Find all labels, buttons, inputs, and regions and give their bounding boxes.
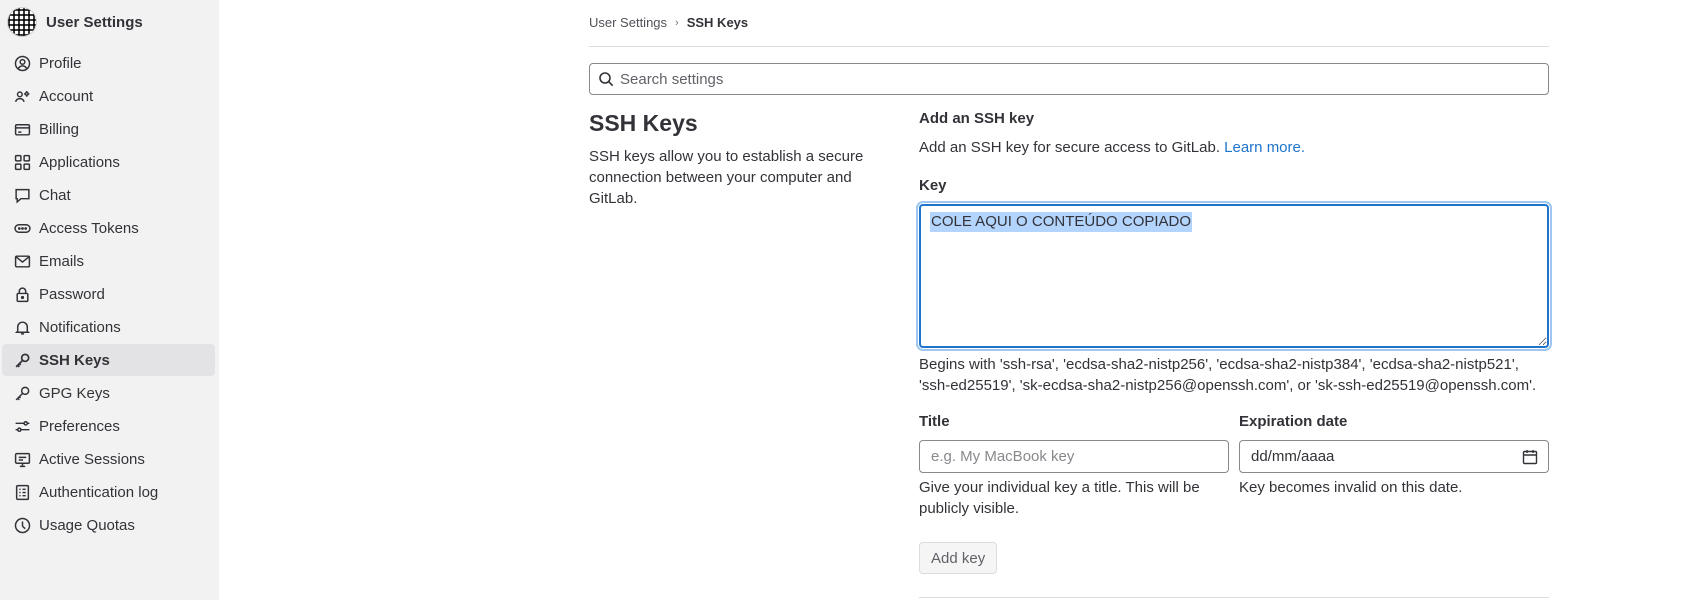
sidebar-item-label: SSH Keys [39, 351, 110, 369]
breadcrumb-parent-link[interactable]: User Settings [589, 15, 667, 30]
sidebar: User Settings Profile Account Billing Ap… [0, 0, 219, 600]
sidebar-item-label: Profile [39, 54, 82, 72]
form-intro-text: Add an SSH key for secure access to GitL… [919, 139, 1220, 156]
key-textarea-value: COLE AQUI O CONTEÚDO COPIADO [930, 212, 1193, 232]
sidebar-item-billing[interactable]: Billing [2, 113, 215, 145]
sidebar-item-active-sessions[interactable]: Active Sessions [2, 443, 215, 475]
sidebar-item-label: Usage Quotas [39, 516, 135, 534]
sidebar-header[interactable]: User Settings [7, 7, 143, 37]
bell-icon [14, 321, 31, 335]
billing-icon [14, 123, 31, 136]
quota-icon [14, 517, 31, 533]
sidebar-item-notifications[interactable]: Notifications [2, 311, 215, 343]
chevron-right-icon: › [675, 16, 679, 29]
sidebar-item-authentication-log[interactable]: Authentication log [2, 476, 215, 508]
breadcrumb-current[interactable]: SSH Keys [687, 15, 748, 30]
account-icon [14, 90, 30, 102]
sidebar-item-label: Emails [39, 252, 85, 270]
learn-more-link[interactable]: Learn more. [1224, 139, 1305, 156]
sidebar-item-label: Authentication log [39, 483, 159, 501]
sidebar-item-label: Password [39, 285, 105, 303]
lock-icon [16, 286, 29, 302]
sidebar-item-emails[interactable]: Emails [2, 245, 215, 277]
log-icon [15, 484, 30, 500]
preferences-icon [15, 420, 30, 432]
search-settings[interactable] [589, 63, 1549, 95]
calendar-icon[interactable] [1522, 449, 1538, 465]
sidebar-item-account[interactable]: Account [2, 80, 215, 112]
expiration-help-text: Key becomes invalid on this date. [1239, 479, 1463, 496]
key-help-text: Begins with 'ssh-rsa', 'ecdsa-sha2-nistp… [919, 356, 1537, 394]
expiration-date-input[interactable]: dd/mm/aaaa [1239, 440, 1549, 473]
expiration-date-value: dd/mm/aaaa [1251, 448, 1335, 465]
add-key-button[interactable]: Add key [919, 542, 998, 574]
sidebar-item-label: Notifications [39, 318, 121, 336]
sidebar-item-label: Access Tokens [39, 219, 139, 237]
profile-icon [14, 55, 31, 71]
chat-icon [15, 188, 30, 203]
sidebar-item-label: Chat [39, 186, 71, 204]
sidebar-item-label: Active Sessions [39, 450, 145, 468]
form-divider [919, 597, 1549, 598]
title-input[interactable] [919, 440, 1229, 473]
page-title: SSH Keys [589, 110, 698, 136]
sidebar-item-label: Account [39, 87, 94, 105]
sidebar-item-chat[interactable]: Chat [2, 179, 215, 211]
form-heading: Add an SSH key [919, 110, 1035, 127]
avatar[interactable] [7, 7, 37, 37]
sidebar-item-label: Applications [39, 153, 120, 171]
key-label: Key [919, 177, 947, 194]
header-divider [589, 46, 1549, 47]
section-description: SSH keys allow you to establish a secure… [589, 148, 864, 207]
sidebar-item-access-tokens[interactable]: Access Tokens [2, 212, 215, 244]
sidebar-item-label: Billing [39, 120, 80, 138]
sidebar-title: User Settings [46, 13, 143, 31]
sidebar-item-gpg-keys[interactable]: GPG Keys [2, 377, 215, 409]
key-icon [15, 386, 30, 400]
search-input[interactable] [618, 69, 1548, 89]
title-label: Title [919, 413, 950, 430]
applications-icon [14, 154, 31, 170]
sidebar-item-label: GPG Keys [39, 384, 110, 402]
mail-icon [14, 254, 31, 268]
expiration-date-label: Expiration date [1239, 413, 1348, 430]
sidebar-item-applications[interactable]: Applications [2, 146, 215, 178]
sidebar-item-label: Preferences [39, 417, 120, 435]
sidebar-item-usage-quotas[interactable]: Usage Quotas [2, 509, 215, 541]
title-help-text: Give your individual key a title. This w… [919, 479, 1200, 517]
sidebar-item-preferences[interactable]: Preferences [2, 410, 215, 442]
search-icon [599, 72, 614, 87]
token-icon [14, 223, 31, 233]
breadcrumb: User Settings › SSH Keys [589, 15, 748, 30]
form-intro: Add an SSH key for secure access to GitL… [919, 139, 1305, 156]
sidebar-item-password[interactable]: Password [2, 278, 215, 310]
key-icon [15, 352, 30, 367]
add-ssh-key-form: Add an SSH key Add an SSH key for secure… [919, 110, 1549, 598]
monitor-icon [14, 452, 31, 467]
sidebar-item-profile[interactable]: Profile [2, 47, 215, 79]
sidebar-item-ssh-keys[interactable]: SSH Keys [2, 344, 215, 376]
sidebar-nav: Profile Account Billing Applications Cha… [2, 47, 215, 542]
